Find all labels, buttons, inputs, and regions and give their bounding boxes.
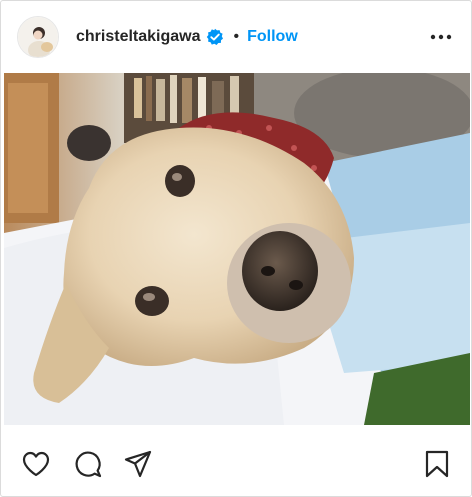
post-username[interactable]: christeltakigawa [76,28,201,46]
post-header: christeltakigawa • Follow [1,1,471,73]
post-actions-bar [1,425,471,496]
share-icon[interactable] [123,449,153,479]
post-photo[interactable] [4,73,470,425]
separator-dot: • [233,28,240,45]
more-options-icon[interactable] [429,27,453,47]
bookmark-icon[interactable] [422,449,452,479]
verified-badge-icon [206,28,224,46]
comment-icon[interactable] [73,449,103,479]
heart-icon[interactable] [21,449,51,479]
instagram-post-card: christeltakigawa • Follow [0,0,472,497]
follow-button[interactable]: Follow [247,28,298,46]
avatar[interactable] [17,16,59,58]
